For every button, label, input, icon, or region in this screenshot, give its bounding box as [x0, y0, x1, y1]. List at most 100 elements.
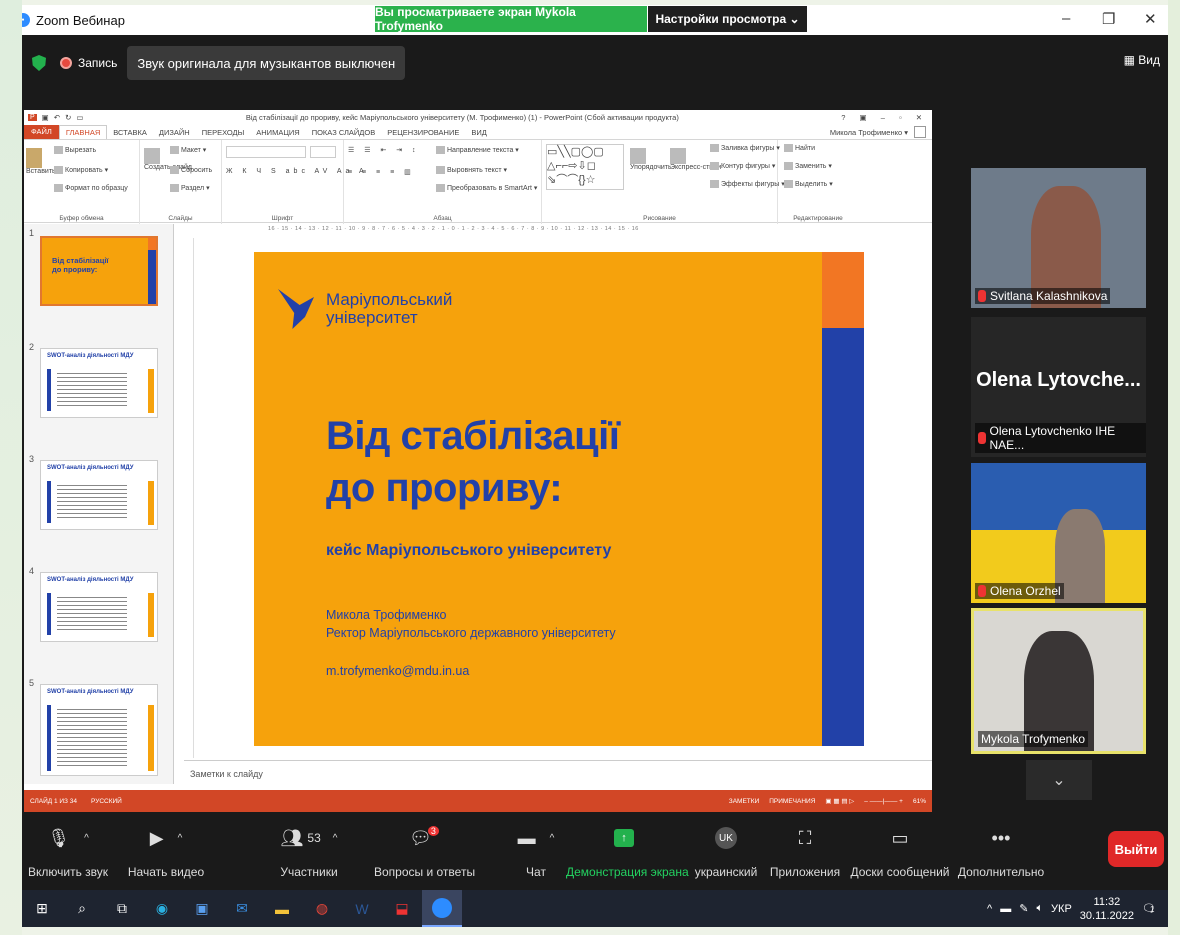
chat-button[interactable]: ▬ ^ Чат	[506, 823, 566, 880]
thumb-title: SWOT-аналіз діяльності МДУ	[47, 577, 134, 583]
leave-button[interactable]: Выйти	[1108, 831, 1164, 867]
participants-button[interactable]: 👥︎ 53 ^ Участники	[274, 823, 344, 880]
slide-thumbnails: 1 Від стабілізації до прориву: 2 SWOT-ан…	[24, 224, 174, 784]
tab-animation[interactable]: АНИМАЦИЯ	[250, 128, 305, 137]
whiteboards-button[interactable]: ▭ Доски сообщений	[850, 823, 950, 880]
qa-button[interactable]: 💬︎ 3 Вопросы и ответы	[374, 823, 475, 879]
language-indicator[interactable]: РУССКИЙ	[91, 798, 122, 805]
windows-start-icon[interactable]: ⊞	[22, 890, 62, 927]
layout-button[interactable]: Макет ▾	[170, 146, 206, 155]
share-screen-button[interactable]: ↑ Демонстрация экрана	[566, 823, 689, 879]
minimize-icon[interactable]: –	[1062, 10, 1070, 27]
tab-insert[interactable]: ВСТАВКА	[107, 128, 153, 137]
word-icon[interactable]: W	[342, 890, 382, 927]
slide-thumbnail[interactable]: SWOT-аналіз діяльності МДУ	[40, 684, 158, 776]
arrange-button[interactable]: Упорядочить	[630, 148, 672, 171]
ppt-window-controls[interactable]: ? ▣ – ▫ ✕	[841, 113, 928, 122]
tray-chevron-icon[interactable]: ^	[987, 903, 992, 915]
security-shield-icon[interactable]	[32, 55, 46, 71]
save-icon[interactable]: ▣	[42, 113, 49, 122]
text-direction-button[interactable]: Направление текста ▾	[436, 146, 519, 155]
zoom-slider[interactable]: – ——|—— +	[864, 798, 903, 805]
participant-tile-active-speaker[interactable]: Mykola Trofymenko	[971, 608, 1146, 754]
mute-button[interactable]: 🎙︎ ^ Включить звук	[28, 823, 108, 880]
view-mode-buttons[interactable]: ▣ ▦ ▤ ▷	[825, 797, 854, 805]
replace-button[interactable]: Заменить ▾	[784, 162, 832, 171]
tab-transitions[interactable]: ПЕРЕХОДЫ	[196, 128, 251, 137]
tab-home[interactable]: ГЛАВНАЯ	[58, 125, 108, 139]
more-button[interactable]: ••• Дополнительно	[956, 823, 1046, 880]
store-icon[interactable]: ▣	[182, 890, 222, 927]
search-icon[interactable]: ⌕	[62, 890, 102, 927]
font-name-input[interactable]	[226, 146, 306, 158]
shape-effects-button[interactable]: Эффекты фигуры ▾	[710, 180, 785, 189]
tab-slideshow[interactable]: ПОКАЗ СЛАЙДОВ	[306, 128, 382, 137]
tab-review[interactable]: РЕЦЕНЗИРОВАНИЕ	[381, 128, 465, 137]
tab-file[interactable]: ФАЙЛ	[24, 125, 59, 139]
tab-design[interactable]: ДИЗАЙН	[153, 128, 196, 137]
select-button[interactable]: Выделить ▾	[784, 180, 833, 189]
font-size-input[interactable]	[310, 146, 336, 158]
close-icon[interactable]: ✕	[1144, 10, 1157, 28]
shapes-gallery[interactable]: ▭╲╲▢◯▢ △⌐⌐⇨⇩◻ ⇘⌒⌒{}☆	[546, 144, 624, 190]
network-icon[interactable]: ▬	[1000, 903, 1011, 915]
slide-notes[interactable]: Заметки к слайду	[184, 760, 932, 786]
apps-button[interactable]: ⛶ Приложения	[768, 823, 842, 880]
cut-button[interactable]: Вырезать	[54, 146, 96, 154]
participant-label: Olena Orzhel	[975, 583, 1064, 599]
chrome-icon[interactable]: ◍	[302, 890, 342, 927]
pen-icon[interactable]: ✎	[1019, 902, 1028, 915]
copy-icon	[54, 166, 63, 175]
participant-tile[interactable]: Svitlana Kalashnikova	[971, 168, 1146, 308]
edge-icon[interactable]: ◉	[142, 890, 182, 927]
comments-toggle[interactable]: ПРИМЕЧАНИЯ	[769, 798, 815, 805]
slide-thumbnail[interactable]: Від стабілізації до прориву:	[40, 236, 158, 306]
participant-tile[interactable]: Olena Lytovche... Olena Lytovchenko IHE …	[971, 317, 1146, 457]
keyboard-language[interactable]: УКР	[1051, 903, 1072, 915]
zoom-taskbar-icon[interactable]	[422, 890, 462, 927]
align-text-button[interactable]: Выровнять текст ▾	[436, 166, 507, 175]
tab-view[interactable]: ВИД	[465, 128, 492, 137]
list-buttons[interactable]: ☰ ☰ ⇤ ⇥ ↕	[348, 146, 420, 154]
copy-button[interactable]: Копировать ▾	[54, 166, 108, 175]
participant-tile[interactable]: Olena Orzhel	[971, 463, 1146, 603]
paste-button[interactable]: Вставить	[26, 148, 56, 175]
mic-off-icon: 🎙︎ ^	[47, 827, 89, 848]
ppt-user-name[interactable]: Микола Трофименко ▾	[830, 128, 908, 137]
format-painter-button[interactable]: Формат по образцу	[54, 184, 128, 192]
shape-fill-button[interactable]: Заливка фигуры ▾	[710, 144, 780, 153]
start-show-icon[interactable]: ▭	[76, 113, 83, 122]
participants-label: Участники	[280, 865, 338, 879]
align-buttons[interactable]: ≡ ≡ ≡ ≡ ▥	[348, 168, 415, 176]
file-explorer-icon[interactable]: ▬	[262, 890, 302, 927]
slide-thumbnail[interactable]: SWOT-аналіз діяльності МДУ	[40, 348, 158, 418]
clock[interactable]: 11:32 30.11.2022	[1080, 895, 1134, 923]
zoom-percent[interactable]: 61%	[913, 798, 926, 805]
mail-icon[interactable]: ✉	[222, 890, 262, 927]
find-button[interactable]: Найти	[784, 144, 815, 152]
section-button[interactable]: Раздел ▾	[170, 184, 210, 193]
start-video-button[interactable]: ▶︎ ^ Начать видео	[126, 823, 206, 880]
apps-label: Приложения	[769, 865, 841, 879]
task-view-icon[interactable]: ⧉	[102, 890, 142, 927]
editing-group: Найти Заменить ▾ Выделить ▾ Редактирован…	[778, 140, 858, 224]
redo-icon[interactable]: ↻	[65, 113, 71, 122]
slide-thumbnail[interactable]: SWOT-аналіз діяльності МДУ	[40, 572, 158, 642]
original-sound-button[interactable]: Звук оригинала для музыкантов выключен	[127, 46, 406, 80]
smartart-button[interactable]: Преобразовать в SmartArt ▾	[436, 184, 537, 193]
reset-button[interactable]: Сбросить	[170, 166, 212, 174]
current-slide[interactable]: Маріупольський університет Від стабіліза…	[254, 252, 864, 746]
pdf-icon[interactable]: ⬓	[382, 890, 422, 927]
interpretation-button[interactable]: UK украинский	[690, 823, 762, 879]
volume-icon[interactable]: 🔈︎	[1036, 902, 1043, 915]
slide-thumbnail[interactable]: SWOT-аналіз діяльності МДУ	[40, 460, 158, 530]
restore-icon[interactable]: ❐	[1102, 10, 1115, 28]
view-options-button[interactable]: Настройки просмотра ⌄	[648, 6, 807, 32]
view-button[interactable]: ▦ Вид	[1124, 53, 1160, 67]
record-label[interactable]: Запись	[78, 56, 117, 70]
undo-icon[interactable]: ↶	[54, 113, 60, 122]
shape-outline-button[interactable]: Контур фигуры ▾	[710, 162, 775, 171]
chevron-down-icon[interactable]: ⌄	[1026, 760, 1092, 800]
notification-icon[interactable]: 🗨︎1	[1142, 902, 1156, 915]
notes-toggle[interactable]: ЗАМЕТКИ	[729, 798, 759, 805]
